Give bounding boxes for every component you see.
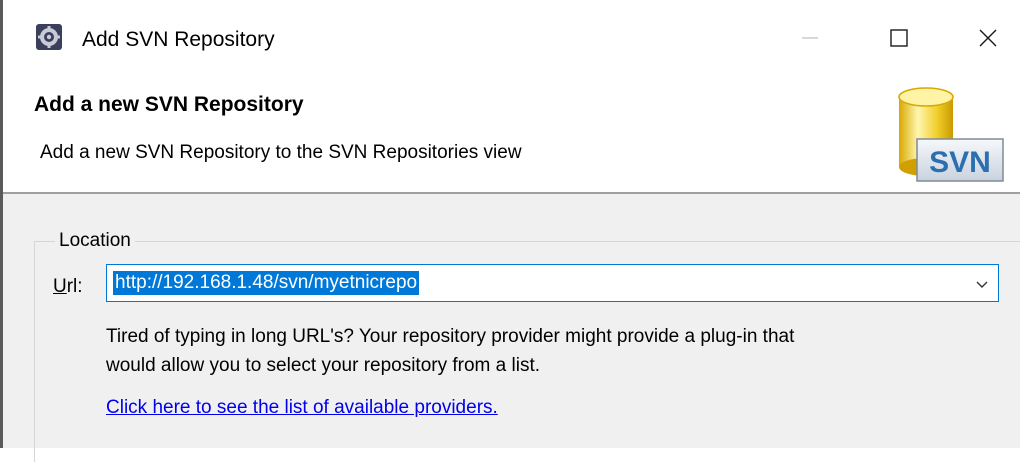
url-combobox[interactable]: http://192.168.1.48/svn/myetnicrepo (106, 264, 999, 302)
svn-graphic-label: SVN (929, 146, 991, 179)
title-bar: Add SVN Repository (3, 0, 1020, 80)
page-title: Add a new SVN Repository (34, 93, 304, 116)
maximize-icon (890, 29, 908, 47)
eclipse-gear-icon (36, 24, 62, 50)
help-text-line-1: Tired of typing in long URL's? Your repo… (106, 326, 795, 347)
location-legend: Location (55, 229, 135, 253)
minimize-button[interactable] (780, 14, 840, 62)
content-area: Location Url: http://192.168.1.48/svn/my… (3, 194, 1020, 462)
help-text: Tired of typing in long URL's? Your repo… (106, 322, 996, 380)
url-label-mnemonic: U (53, 276, 67, 297)
svn-repository-icon: SVN (898, 87, 1004, 182)
chevron-down-icon[interactable] (974, 276, 990, 292)
maximize-button[interactable] (869, 14, 929, 62)
help-text-line-2: would allow you to select your repositor… (106, 355, 541, 376)
url-label: Url: (53, 275, 83, 299)
window-title: Add SVN Repository (82, 28, 275, 51)
page-description: Add a new SVN Repository to the SVN Repo… (40, 142, 522, 163)
close-button[interactable] (958, 14, 1018, 62)
providers-link[interactable]: Click here to see the list of available … (106, 396, 498, 420)
url-input-value[interactable]: http://192.168.1.48/svn/myetnicrepo (113, 271, 420, 295)
wizard-header: Add a new SVN Repository Add a new SVN R… (3, 80, 1020, 192)
url-label-text: rl: (66, 276, 83, 297)
minimize-icon (802, 37, 818, 39)
close-icon (979, 29, 997, 47)
